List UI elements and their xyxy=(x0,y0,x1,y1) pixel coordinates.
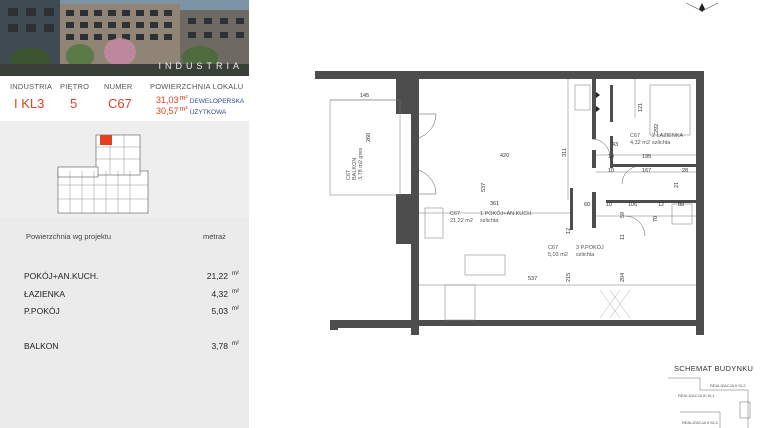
scheme-label: REALIZACJA II KL2 xyxy=(710,383,746,388)
dimension-label: 215 xyxy=(566,273,572,282)
dimension-label: 28 xyxy=(682,168,688,174)
industria-value: I KL3 xyxy=(14,96,45,111)
dimension-label: 204 xyxy=(620,273,626,282)
hall-area: 5,03 m2 xyxy=(548,252,568,258)
area-use-unit: m² xyxy=(179,106,188,113)
dimension-label: 59 xyxy=(620,212,626,218)
room-label-balcony: C67 BALKON 3,78 m2 gres xyxy=(346,148,364,180)
area-use-value: 30,57 xyxy=(156,106,179,116)
floor-label: PIĘTRO xyxy=(60,82,90,91)
room-label-bath: C67 2 ŁAZIENKA 4,32 m2 szlichta xyxy=(630,133,684,146)
industria-label: INDUSTRIA xyxy=(10,82,53,91)
floor-key-plan xyxy=(57,134,149,214)
dimension-label: 43 xyxy=(612,142,618,148)
room-name: ŁAZIENKA xyxy=(24,289,66,299)
hall-floor: szlichta xyxy=(576,252,595,258)
door-swings xyxy=(410,113,646,237)
floor-plan-drawing: 145 260 420 537 361 311 121 292 43 10 19… xyxy=(315,71,704,335)
dimension-label: 21 xyxy=(674,182,680,188)
balcony-unit: m² xyxy=(232,341,239,347)
apartment-floor-plan: 145 260 420 537 361 311 121 292 43 10 19… xyxy=(300,60,720,340)
bath-name: 2 ŁAZIENKA xyxy=(652,133,684,139)
floor-value: 5 xyxy=(70,96,78,111)
living-floor: szlichta xyxy=(480,218,499,224)
dimension-label: 537 xyxy=(528,276,537,282)
building-scheme-diagram: REALIZACJA II KL2 REALIZACJA III KL1 REA… xyxy=(668,377,751,428)
walls xyxy=(315,71,704,335)
dimension-label: 145 xyxy=(360,93,369,99)
shaft-hatch xyxy=(599,289,631,319)
dimension-label: 361 xyxy=(490,201,499,207)
dimension-label: 70 xyxy=(653,216,659,222)
dimension-label: 420 xyxy=(500,153,509,159)
kitchen-arrows xyxy=(596,92,600,112)
dimension-label: 537 xyxy=(481,183,487,192)
living-code: C67 xyxy=(450,211,460,217)
room-unit: m² xyxy=(232,271,239,277)
dimension-label: 106 xyxy=(628,202,637,208)
area-label: POWIERZCHNIA LOKALU xyxy=(150,82,244,91)
building-scheme: SCHEMAT BUDYNKU REALIZACJA II KL2 REALIZ… xyxy=(660,360,760,428)
apartment-details: INDUSTRIA I KL3 PIĘTRO 5 NUMER C67 POWIE… xyxy=(0,76,249,121)
hall-code: C67 xyxy=(548,245,558,251)
living-name: 1 POKÓJ+AN.KUCH. xyxy=(480,210,533,217)
bath-area: 4,32 m2 xyxy=(630,140,650,146)
dimension-label: 88 xyxy=(678,202,684,208)
area-dev-tag: DEWELOPERSKA xyxy=(189,98,245,105)
room-unit: m² xyxy=(232,289,239,295)
bath-floor: szlichta xyxy=(652,140,671,146)
balcony-area: 3,78 m2 gres xyxy=(358,148,364,180)
dimension-label: 121 xyxy=(638,103,644,112)
bath-code: C67 xyxy=(630,133,640,139)
room-area: 4,32 xyxy=(211,289,228,299)
balcony-area: 3,78 xyxy=(211,341,228,351)
room-name: POKÓJ+AN.KUCH. xyxy=(24,271,99,281)
summary-header: Powierzchnia wg projektu xyxy=(26,232,112,241)
dimension-label: 12 xyxy=(658,202,664,208)
area-usable: 30,57m² UŻYTKOWA xyxy=(156,106,226,116)
number-label: NUMER xyxy=(104,82,133,91)
room-unit: m² xyxy=(232,306,239,312)
balcony-name: BALKON xyxy=(24,341,59,351)
dimension-label: 292 xyxy=(654,124,660,133)
room-label-living: C67 1 POKÓJ+AN.KUCH. 21,22 m2 szlichta xyxy=(450,210,533,224)
number-value: C67 xyxy=(108,96,132,111)
room-area: 21,22 xyxy=(206,271,228,281)
hero-image: INDUSTRIA xyxy=(0,0,249,76)
dimension-label: 311 xyxy=(562,148,568,157)
dimension-label: 60 xyxy=(584,202,590,208)
area-developer: 31,03m² DEWELOPERSKA xyxy=(156,95,244,105)
selected-unit-marker xyxy=(100,135,112,145)
summary-unit-header: metraż xyxy=(203,232,226,241)
dimension-label: 10 xyxy=(608,154,614,160)
dimension-label: 260 xyxy=(366,133,372,142)
room-label-hall: C67 3 P.POKÓJ 5,03 m2 szlichta xyxy=(548,244,604,258)
apartment-info-panel: INDUSTRIA INDUSTRIA I KL3 PIĘTRO 5 NUMER… xyxy=(0,0,249,428)
interior-lines xyxy=(329,79,696,321)
dimension-label: 11 xyxy=(620,234,626,240)
room-area: 5,03 xyxy=(211,306,228,316)
dimension-label: 195 xyxy=(642,154,651,160)
area-use-tag: UŻYTKOWA xyxy=(189,109,227,116)
area-summary: Powierzchnia wg projektu metraż POKÓJ+AN… xyxy=(0,218,249,428)
scheme-label: REALIZACJA III KL1 xyxy=(678,393,715,398)
dimension-label: 167 xyxy=(642,168,651,174)
dimension-label: 10 xyxy=(606,202,612,208)
living-area: 21,22 m2 xyxy=(450,218,473,224)
compass-icon xyxy=(684,0,720,12)
hall-name: 3 P.POKÓJ xyxy=(576,244,604,251)
dimension-label: 12 xyxy=(566,228,572,234)
area-dev-unit: m² xyxy=(179,95,188,102)
scheme-label: REALIZACJA II KL3 xyxy=(682,420,718,425)
room-name: P.POKÓJ xyxy=(24,306,60,316)
area-dev-value: 31,03 xyxy=(156,95,179,105)
brand-watermark: INDUSTRIA xyxy=(158,61,243,71)
dimension-label: 10 xyxy=(608,168,614,174)
floor-location-plan xyxy=(0,121,249,218)
